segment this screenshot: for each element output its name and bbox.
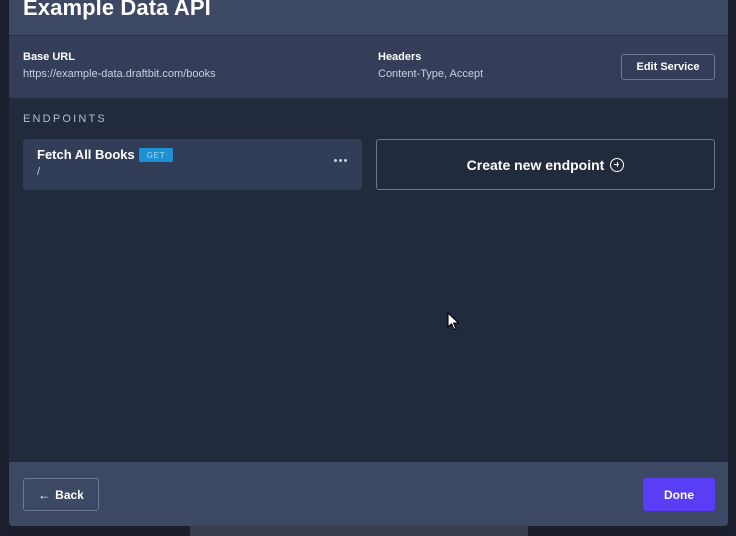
modal-header: Example Data API: [9, 0, 728, 36]
endpoint-card[interactable]: Fetch All Books GET /: [23, 139, 362, 190]
done-button[interactable]: Done: [643, 478, 715, 511]
headers-label: Headers: [378, 51, 422, 63]
service-modal: Example Data API Base URL https://exampl…: [9, 0, 728, 526]
backdrop-bottom-bar: [190, 526, 528, 536]
modal-title: Example Data API: [23, 0, 211, 20]
endpoint-name: Fetch All Books: [37, 147, 135, 162]
modal-footer: ← Back Done: [9, 462, 728, 526]
base-url-label: Base URL: [23, 51, 75, 63]
method-badge: GET: [139, 148, 173, 162]
backdrop-left: [0, 0, 9, 536]
plus-circle-icon: [610, 157, 625, 172]
backdrop-right: [728, 0, 736, 536]
service-info-bar: Base URL https://example-data.draftbit.c…: [9, 36, 728, 98]
endpoints-section-title: ENDPOINTS: [23, 113, 107, 125]
edit-service-button[interactable]: Edit Service: [621, 54, 715, 80]
endpoint-path: /: [37, 166, 41, 178]
headers-value: Content-Type, Accept: [378, 68, 484, 80]
base-url-value: https://example-data.draftbit.com/books: [23, 68, 216, 80]
back-label: Back: [55, 487, 84, 502]
create-endpoint-button[interactable]: Create new endpoint: [376, 139, 715, 190]
create-endpoint-label: Create new endpoint: [466, 156, 605, 173]
more-options-icon[interactable]: [329, 153, 351, 167]
mouse-cursor-icon: [447, 312, 460, 331]
back-button[interactable]: ← Back: [23, 478, 99, 511]
arrow-left-icon: ←: [38, 487, 51, 502]
